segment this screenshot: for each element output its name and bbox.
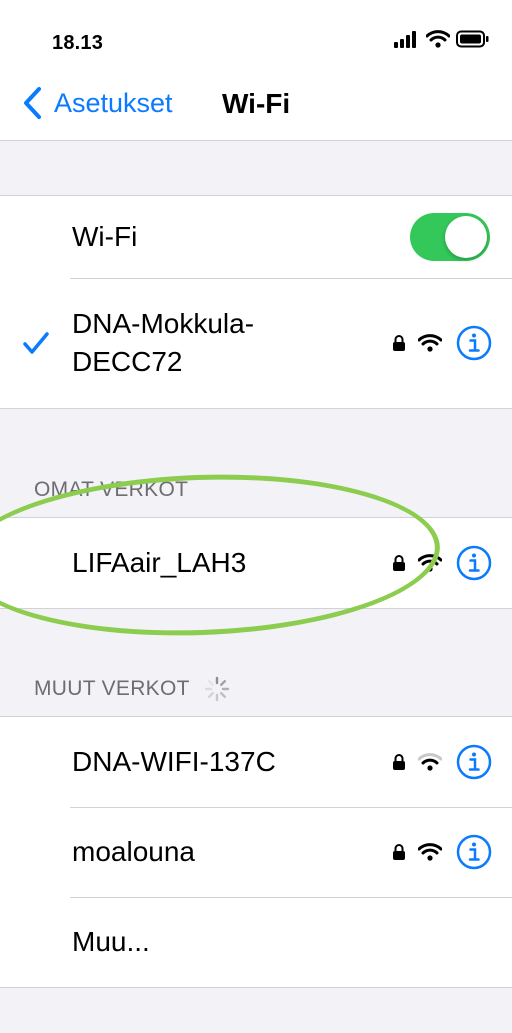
wifi-toggle-label: Wi-Fi bbox=[72, 221, 138, 252]
info-icon[interactable] bbox=[456, 325, 492, 361]
wifi-icon bbox=[418, 334, 442, 352]
wifi-group: Wi-Fi DNA-Mokkula-DECC72 bbox=[0, 195, 512, 409]
wifi-toggle-row: Wi-Fi bbox=[0, 196, 512, 278]
other-networks-header: MUUT VERKOT bbox=[34, 676, 230, 702]
other-network-row[interactable]: Muu... bbox=[0, 897, 512, 987]
network-status-icons bbox=[392, 744, 492, 780]
my-networks-group: LIFAair_LAH3 bbox=[0, 517, 512, 609]
wifi-icon bbox=[418, 753, 442, 771]
back-button[interactable]: Asetukset bbox=[22, 86, 173, 120]
network-status-icons bbox=[392, 834, 492, 870]
other-networks-header-label: MUUT VERKOT bbox=[34, 677, 190, 700]
status-bar: 18.13 bbox=[0, 0, 512, 70]
signal-icon bbox=[394, 31, 416, 48]
battery-icon bbox=[456, 30, 489, 48]
navigation-bar: Asetukset Wi-Fi bbox=[0, 70, 512, 141]
info-icon[interactable] bbox=[456, 744, 492, 780]
info-icon[interactable] bbox=[456, 545, 492, 581]
lock-icon bbox=[393, 754, 405, 770]
wifi-icon bbox=[418, 554, 442, 572]
page-title: Wi-Fi bbox=[222, 88, 291, 119]
toggle-knob bbox=[445, 216, 487, 258]
connected-network-name: DNA-Mokkula-DECC72 bbox=[72, 308, 255, 377]
info-icon[interactable] bbox=[456, 834, 492, 870]
other-network-label: Muu... bbox=[72, 926, 150, 957]
chevron-left-icon bbox=[24, 87, 41, 119]
network-name: moalouna bbox=[72, 836, 195, 867]
lock-icon bbox=[393, 844, 405, 860]
lock-icon bbox=[393, 335, 405, 351]
back-label: Asetukset bbox=[54, 87, 173, 118]
lock-icon bbox=[393, 555, 405, 571]
network-row[interactable]: LIFAair_LAH3 bbox=[0, 518, 512, 608]
other-networks-group: DNA-WIFI-137C moalouna Muu... bbox=[0, 716, 512, 988]
network-status-icons bbox=[392, 545, 492, 581]
my-networks-header: OMAT VERKOT bbox=[34, 478, 189, 501]
checkmark-icon bbox=[23, 332, 49, 354]
network-row[interactable]: moalouna bbox=[0, 807, 512, 897]
network-name: LIFAair_LAH3 bbox=[72, 547, 247, 578]
status-time: 18.13 bbox=[52, 32, 104, 54]
spinner-icon bbox=[204, 676, 229, 702]
connected-network-row[interactable]: DNA-Mokkula-DECC72 bbox=[0, 278, 512, 408]
wifi-status-icon bbox=[426, 30, 450, 48]
status-icons bbox=[394, 30, 490, 48]
wifi-icon bbox=[418, 843, 442, 861]
wifi-toggle[interactable] bbox=[410, 213, 490, 261]
network-status-icons bbox=[392, 325, 492, 361]
network-name: DNA-WIFI-137C bbox=[72, 746, 276, 777]
network-row[interactable]: DNA-WIFI-137C bbox=[0, 717, 512, 807]
